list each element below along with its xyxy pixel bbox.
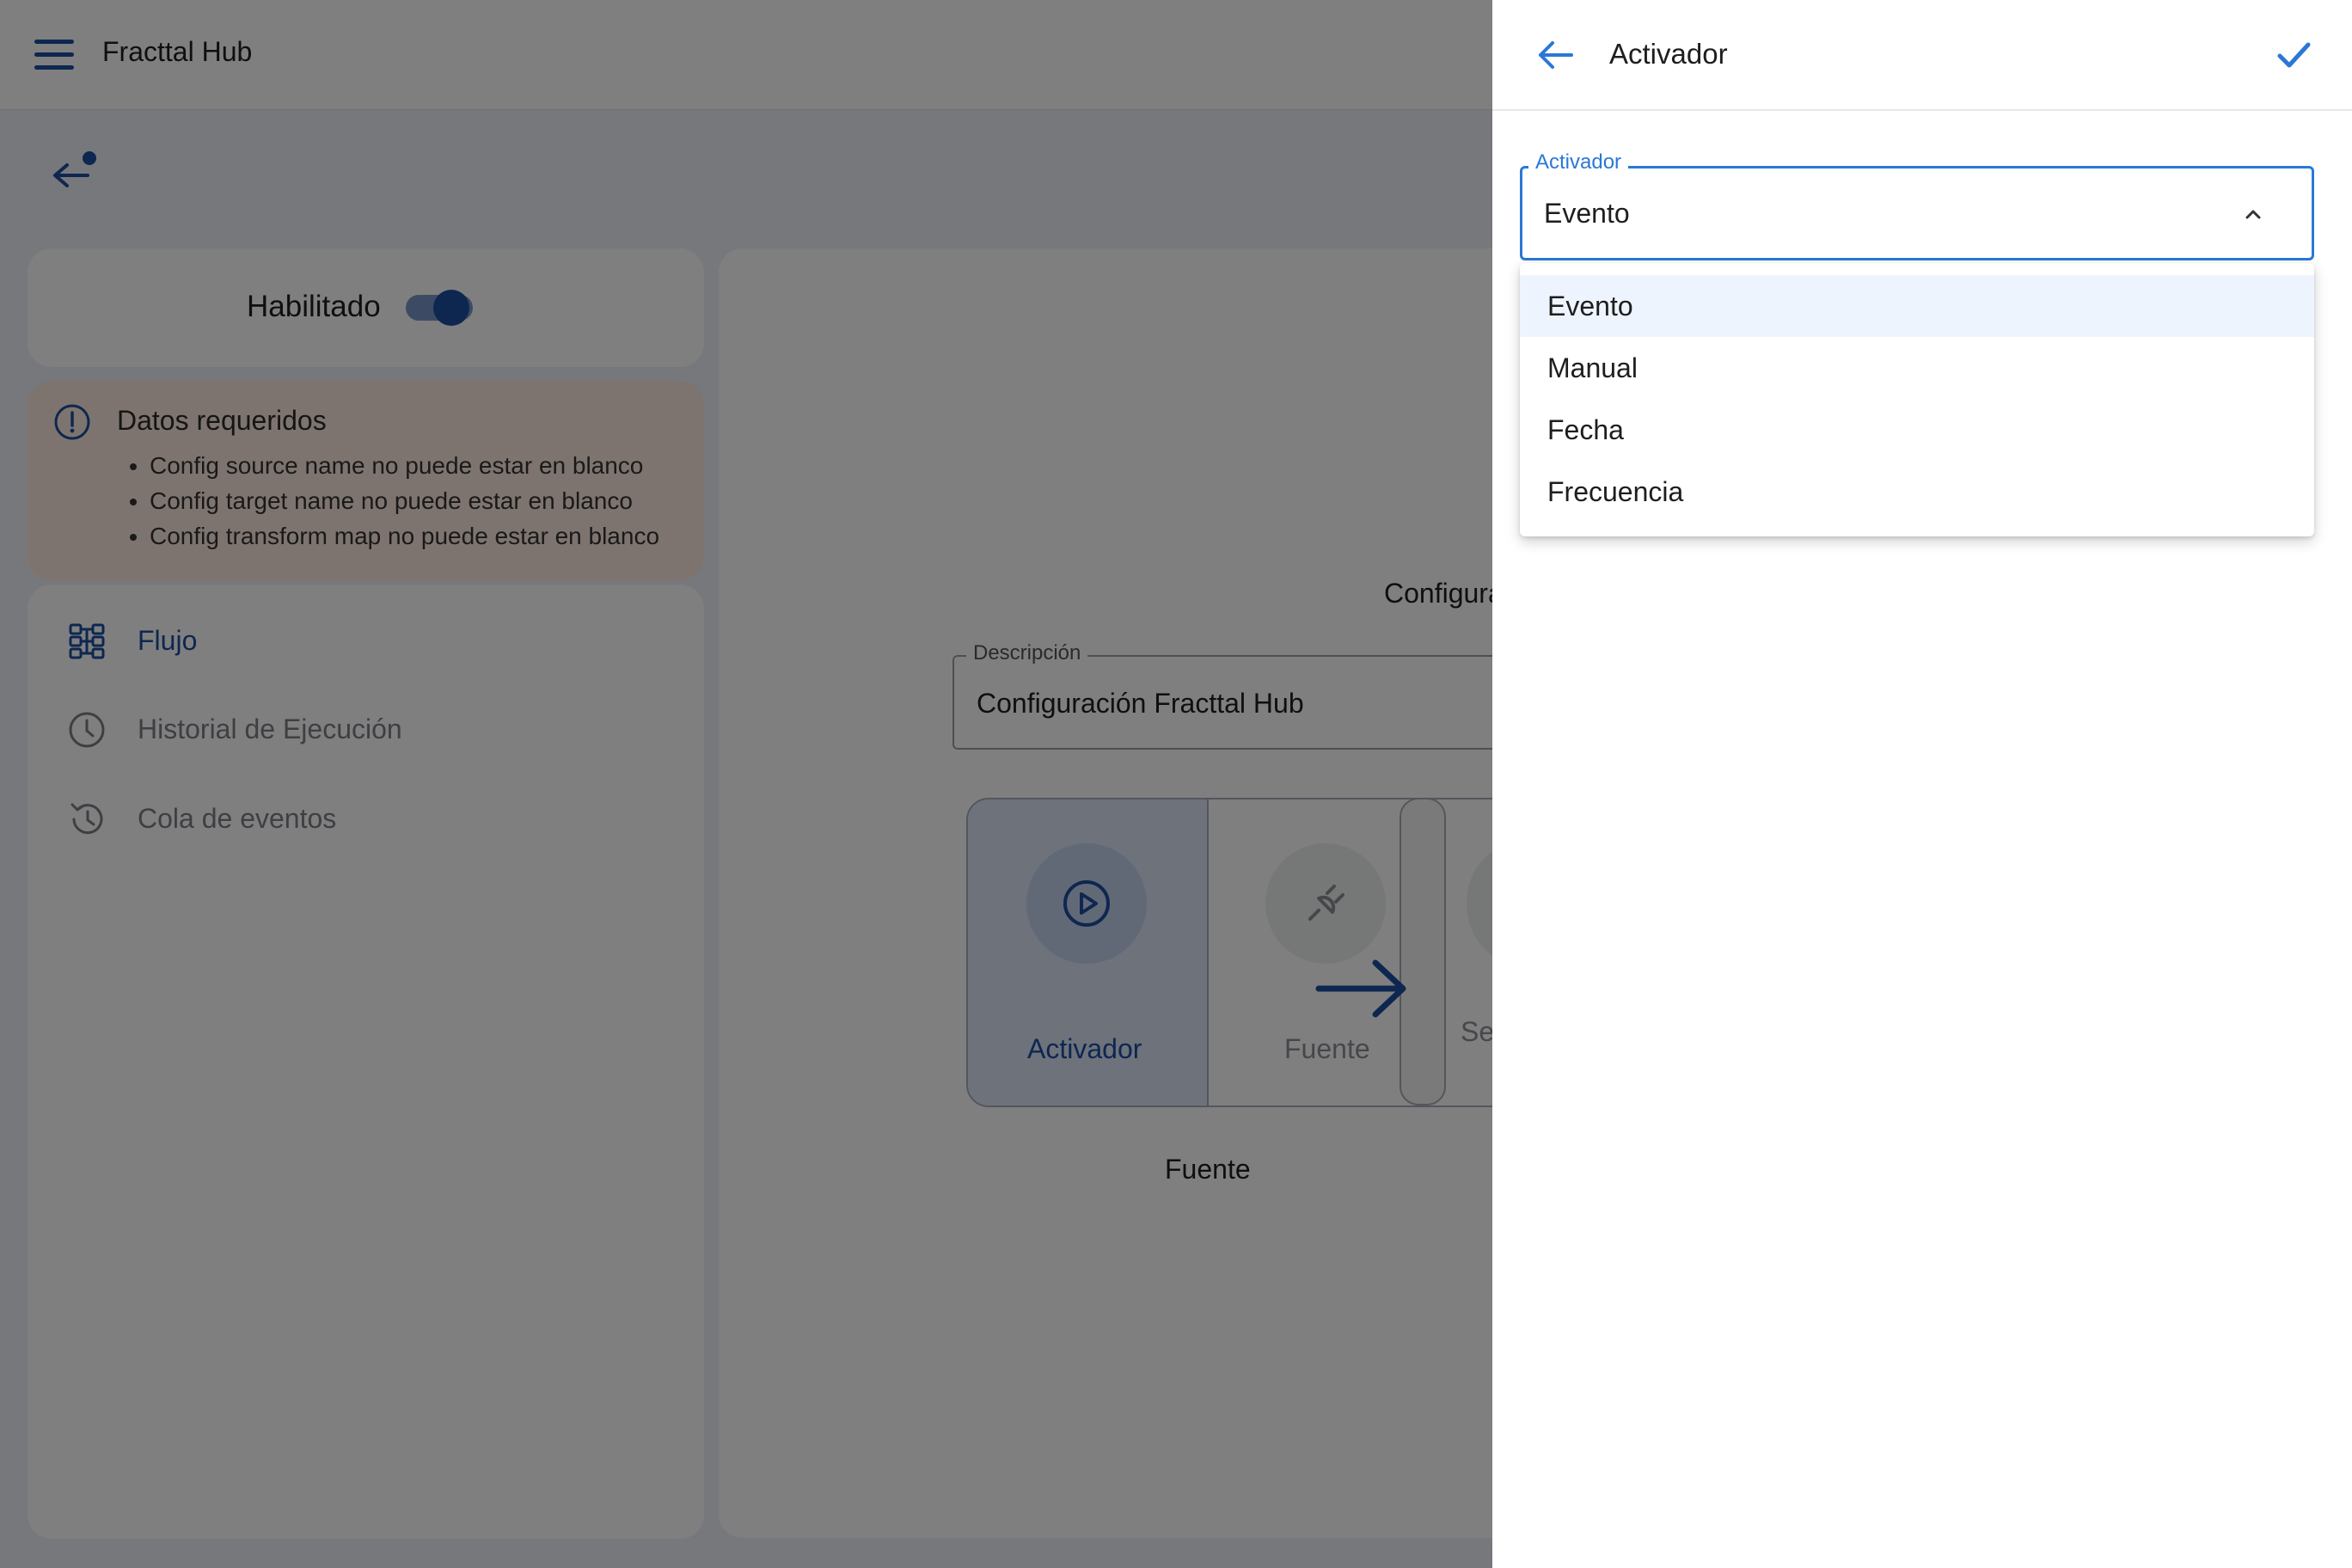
activador-dropdown-menu: Evento Manual Fecha Frecuencia [1520,263,2314,536]
option-label: Manual [1547,352,1638,383]
panel-title: Activador [1609,38,1728,70]
activador-panel: Activador Activador Evento Evento Manual… [1492,0,2352,1568]
panel-header: Activador [1492,0,2352,111]
modal-scrim[interactable] [0,0,1492,1568]
option-manual[interactable]: Manual [1520,337,2314,399]
option-label: Frecuencia [1547,476,1684,507]
confirm-check-icon[interactable] [2271,33,2316,77]
activador-select[interactable] [1520,166,2314,260]
option-label: Fecha [1547,414,1624,445]
activador-select-label: Activador [1528,150,1629,175]
activador-select-value: Evento [1544,198,1630,229]
option-label: Evento [1547,291,1633,322]
chevron-up-icon[interactable] [2240,201,2266,227]
option-fecha[interactable]: Fecha [1520,399,2314,461]
option-evento[interactable]: Evento [1520,275,2314,337]
panel-back-arrow-icon[interactable] [1532,31,1580,79]
option-frecuencia[interactable]: Frecuencia [1520,461,2314,523]
